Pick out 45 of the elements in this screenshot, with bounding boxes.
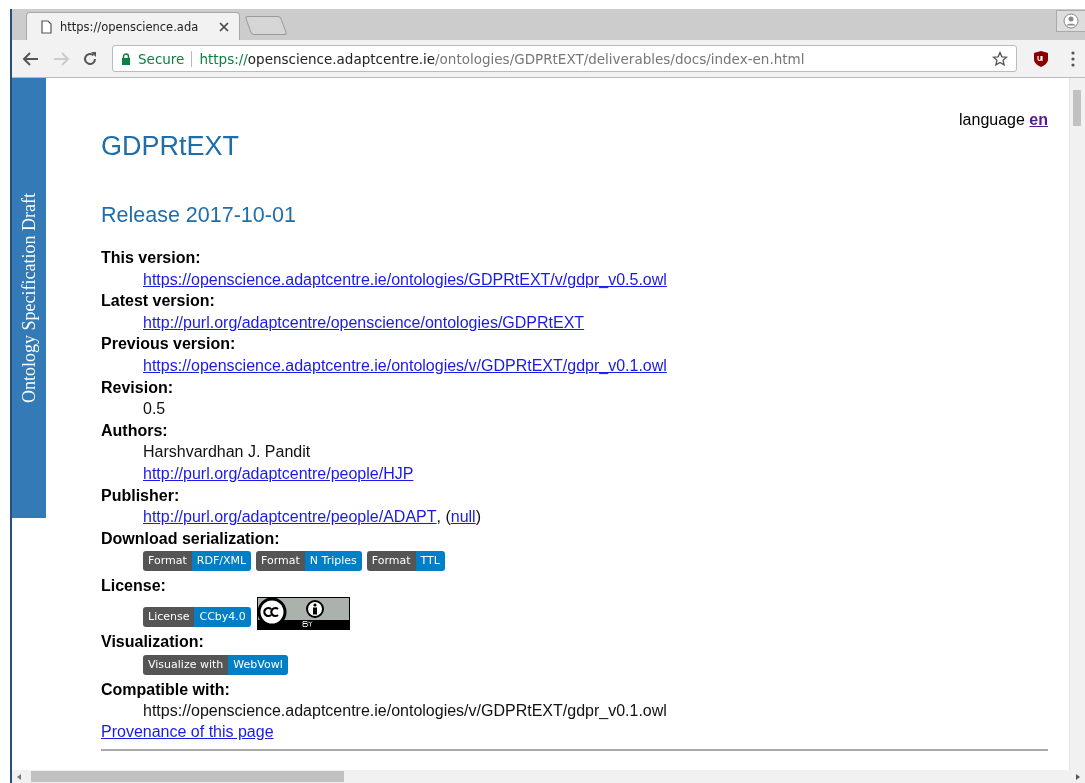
lock-icon	[121, 52, 131, 65]
close-icon[interactable]	[219, 21, 229, 32]
language-link[interactable]: en	[1029, 111, 1048, 128]
star-icon[interactable]	[992, 50, 1008, 67]
link[interactable]: https://openscience.adaptcentre.ie/ontologies/v/GDPRtEXT/gdpr_v0.1.owl	[143, 354, 667, 377]
vertical-scrollbar[interactable]	[1069, 78, 1085, 770]
secure-label: Secure	[138, 50, 185, 67]
field-value: )	[475, 507, 481, 528]
field-label: Download serialization:	[101, 528, 281, 549]
link[interactable]: http://purl.org/adaptcentre/people/HJP	[143, 462, 414, 485]
scroll-left-icon[interactable]	[15, 772, 23, 781]
browser-tab[interactable]: https://openscience.ada	[26, 12, 240, 40]
field-label: License:	[101, 576, 167, 597]
field-label: Visualization:	[101, 631, 205, 652]
menu-icon[interactable]	[1071, 50, 1075, 67]
field-label: Previous version:	[101, 334, 237, 355]
profile-button[interactable]	[1056, 10, 1085, 32]
release-heading: Release 2017-10-01	[101, 203, 297, 228]
field-label: Latest version:	[101, 291, 216, 312]
language-label: language	[959, 111, 1025, 128]
url-text: https://openscience.adaptcentre.ie/ontologies/GDPRtEXT/deliverables/docs/index-en.html	[199, 50, 805, 67]
field-value: Harshvardhan J. Pandit	[143, 442, 311, 463]
address-bar[interactable]: Secure https://openscience.adaptcentre.ie/ontologies/GDPRtEXT/deliverables/docs/index-en.html	[112, 45, 1017, 72]
link[interactable]: http://purl.org/adaptcentre/people/ADAPT	[143, 506, 437, 528]
horizontal-scrollbar[interactable]	[12, 770, 1085, 783]
field-value: https://openscience.adaptcentre.ie/ontologies/v/GDPRtEXT/gdpr_v0.1.owl	[143, 701, 667, 722]
tab-title: https://openscience.ada	[60, 19, 200, 34]
page-title: GDPRtEXT	[101, 131, 241, 162]
field-label: Revision:	[101, 377, 174, 398]
field-label: Compatible with:	[101, 679, 231, 700]
side-banner: Ontology Specification Draft	[12, 78, 46, 518]
scroll-right-icon[interactable]	[1074, 772, 1082, 781]
provenance-link[interactable]: Provenance of this page	[101, 721, 274, 741]
field-label: Authors:	[101, 420, 169, 441]
field-label: Publisher:	[101, 485, 181, 506]
back-icon[interactable]	[22, 50, 40, 67]
link[interactable]: https://openscience.adaptcentre.ie/ontologies/GDPRtEXT/v/gdpr_v0.5.owl	[143, 268, 667, 291]
field-value: , (	[436, 507, 451, 528]
field-value: 0.5	[143, 399, 166, 420]
shield-icon[interactable]	[1033, 50, 1049, 67]
link[interactable]: http://purl.org/adaptcentre/openscience/ontologies/GDPRtEXT	[143, 311, 585, 334]
field-label: This version:	[101, 248, 202, 268]
cc-by-license-icon[interactable]	[256, 596, 350, 630]
page-icon	[41, 19, 52, 34]
reload-icon[interactable]	[82, 50, 98, 67]
